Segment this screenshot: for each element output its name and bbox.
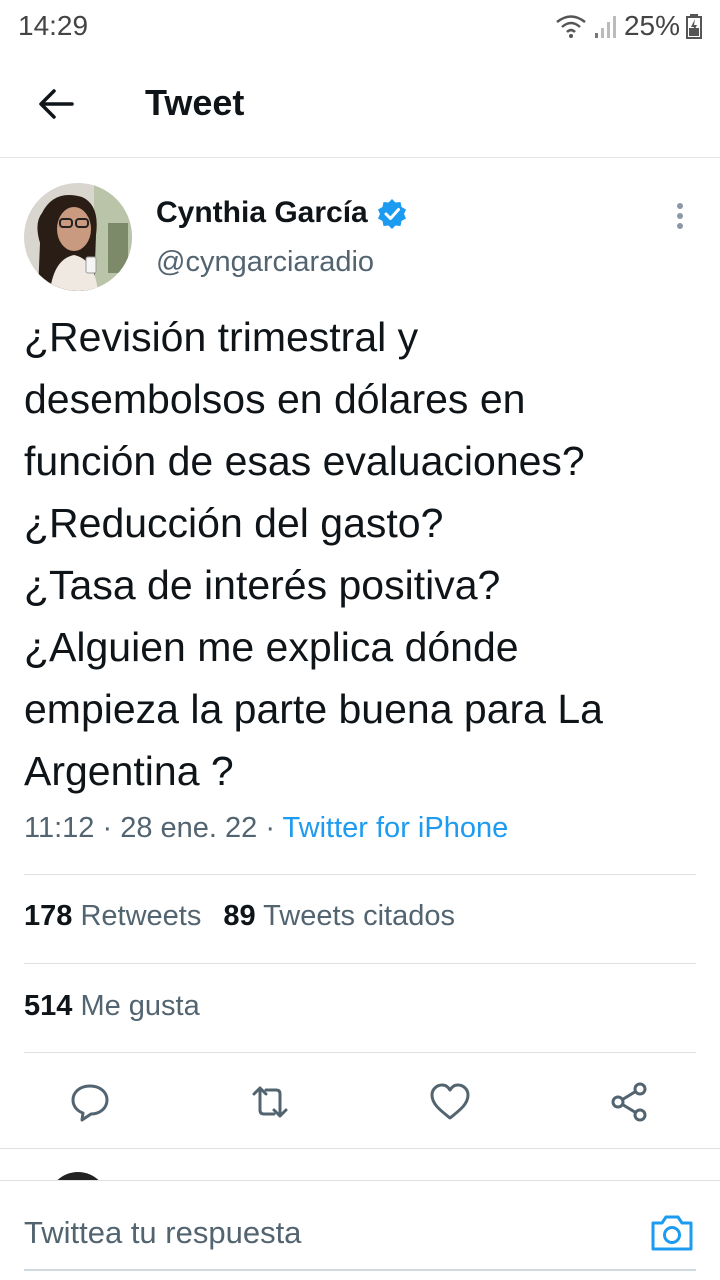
divider (24, 1052, 696, 1053)
quotes-stat[interactable]: 89 Tweets citados (223, 900, 455, 932)
tweet-text: ¿Revisión trimestral y desembolsos en dó… (24, 314, 603, 794)
verified-badge-icon (377, 199, 406, 229)
divider (24, 963, 696, 964)
likes-stat[interactable]: 514 Me gusta (24, 990, 200, 1023)
divider (0, 1148, 720, 1149)
retweets-stat[interactable]: 178 Retweets (24, 900, 201, 932)
battery-percent: 25% (623, 10, 680, 41)
retweet-icon[interactable] (248, 1080, 292, 1124)
quotes-label: Tweets citados (263, 900, 455, 932)
like-icon[interactable] (428, 1080, 472, 1124)
reply-input-underline (24, 1269, 696, 1271)
likes-label: Me gusta (80, 990, 200, 1022)
status-time: 14:29 (18, 10, 89, 41)
likes-count: 514 (24, 990, 73, 1022)
avatar-image (24, 183, 132, 291)
battery-charging-icon (686, 14, 702, 39)
more-options-icon[interactable] (668, 200, 692, 232)
app-header: Tweet (0, 52, 720, 158)
status-bar: 14:29 25% (0, 0, 720, 52)
signal-icon (594, 16, 616, 38)
tweet-source-link[interactable]: Twitter for iPhone (283, 812, 509, 844)
arrow-left-icon[interactable] (36, 84, 76, 124)
reply-composer[interactable]: Twittea tu respuesta (0, 1180, 720, 1280)
author-handle[interactable]: @cyngarciaradio (156, 246, 374, 279)
author-name[interactable]: Cynthia García (156, 196, 408, 230)
divider (24, 874, 696, 875)
tweet-meta: 11:12 · 28 ene. 22 · Twitter for iPhone (24, 812, 508, 845)
tweet-date: 28 ene. 22 (120, 812, 258, 844)
author-name-text: Cynthia García (156, 196, 368, 229)
share-icon[interactable] (608, 1080, 652, 1124)
meta-separator: · (102, 812, 121, 844)
retweets-label: Retweets (80, 900, 202, 932)
engagement-stats: 178 Retweets 89 Tweets citados (24, 900, 455, 933)
retweets-count: 178 (24, 900, 73, 932)
page-title: Tweet (145, 82, 245, 123)
wifi-icon (556, 15, 586, 38)
tweet-actions (0, 1072, 720, 1132)
reply-icon[interactable] (68, 1080, 112, 1124)
quotes-count: 89 (223, 900, 256, 932)
reply-input[interactable]: Twittea tu respuesta (24, 1215, 301, 1251)
meta-separator: · (265, 812, 283, 844)
tweet-time: 11:12 (24, 812, 95, 844)
camera-icon[interactable] (648, 1211, 696, 1255)
avatar[interactable] (24, 183, 132, 291)
